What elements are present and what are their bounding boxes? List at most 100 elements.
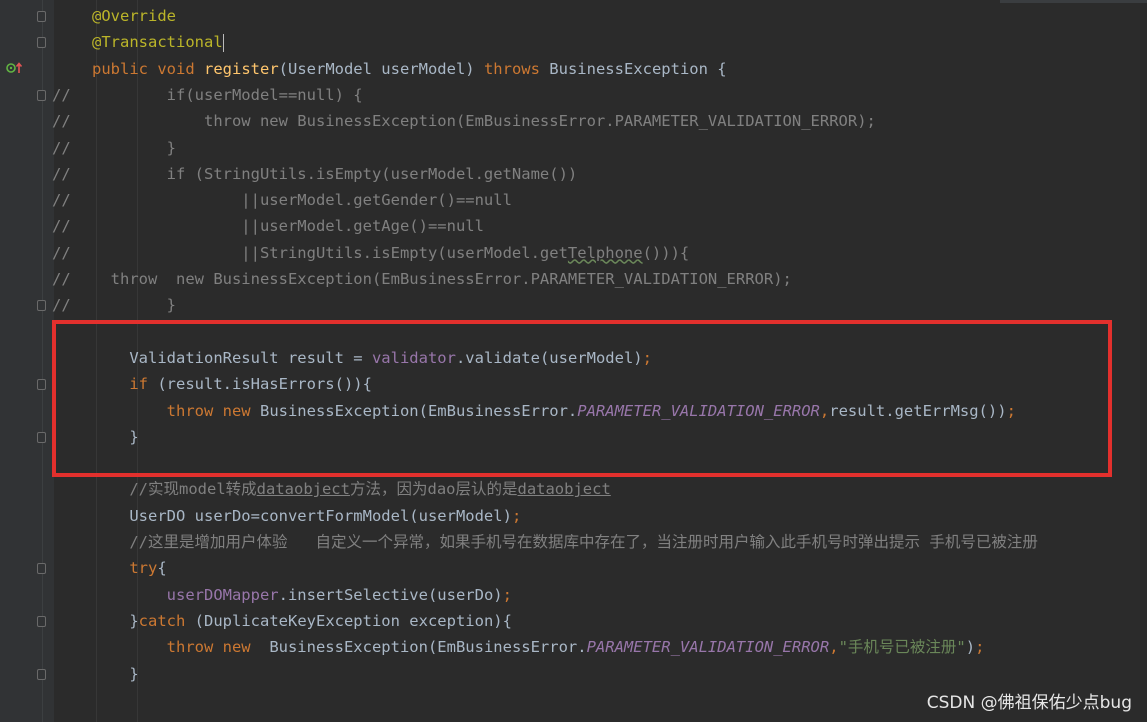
code-token: 方法，因为dao层认的是: [349, 480, 518, 499]
code-token: throw new: [166, 638, 270, 657]
code-text: throw new BusinessException(EmBusinessEr…: [92, 108, 876, 134]
code-token: (UserModel userModel): [278, 59, 484, 78]
code-line[interactable]: // ||userModel.getAge()==null: [0, 213, 1147, 239]
code-text: ||userModel.getGender()==null: [92, 187, 512, 213]
code-line[interactable]: try{: [0, 555, 1147, 581]
code-line[interactable]: //这里是增加用户体验 自定义一个异常，如果手机号在数据库中存在了，当注册时用户…: [0, 529, 1147, 555]
code-line[interactable]: userDOMapper.insertSelective(userDo);: [0, 582, 1147, 608]
code-token: if(userModel==null) {: [92, 85, 363, 104]
code-token: ;: [1006, 401, 1016, 420]
code-token: ValidationResult result =: [92, 348, 372, 367]
code-token: BusinessException {: [549, 59, 727, 78]
code-token: dataobject: [256, 480, 350, 499]
code-line[interactable]: @Override: [0, 3, 1147, 29]
code-token: throw new: [166, 401, 260, 420]
code-line[interactable]: if (result.isHasErrors()){: [0, 371, 1147, 397]
code-line[interactable]: // if (StringUtils.isEmpty(userModel.get…: [0, 161, 1147, 187]
code-text: }: [92, 135, 176, 161]
line-comment-marker: //: [52, 138, 71, 157]
code-line[interactable]: throw new BusinessException(EmBusinessEr…: [0, 398, 1147, 424]
code-token: void: [157, 59, 204, 78]
code-token: throw new BusinessException(EmBusinessEr…: [92, 112, 876, 131]
code-token: Telphone: [567, 243, 643, 262]
code-token: ||StringUtils.isEmpty(userModel.get: [92, 243, 568, 262]
code-text: try{: [92, 555, 167, 581]
code-token: UserDO userDo=convertFormModel(userModel…: [92, 506, 512, 525]
code-token: .validate(userModel): [455, 348, 643, 367]
code-line[interactable]: throw new BusinessException(EmBusinessEr…: [0, 634, 1147, 660]
code-line[interactable]: // }: [0, 135, 1147, 161]
watermark: CSDN @佛祖保佑少点bug: [926, 693, 1132, 713]
code-token: ;: [642, 348, 652, 367]
code-line[interactable]: // throw new BusinessException(EmBusines…: [0, 266, 1147, 292]
code-token: throws: [483, 59, 550, 78]
code-line[interactable]: }: [0, 661, 1147, 687]
code-token: .insertSelective(userDo): [278, 585, 503, 604]
code-token: @Override: [92, 7, 176, 25]
code-token: if: [129, 375, 158, 394]
line-comment-marker: //: [52, 217, 71, 236]
code-text: @Transactional: [92, 29, 224, 55]
code-line[interactable]: // }: [0, 292, 1147, 318]
code-token: }: [92, 664, 139, 683]
code-token: ): [965, 638, 976, 657]
code-token: validator: [371, 348, 456, 367]
code-line[interactable]: //实现model转成dataobject方法，因为dao层认的是dataobj…: [0, 476, 1147, 502]
code-text: if (StringUtils.isEmpty(userModel.getNam…: [92, 161, 578, 187]
code-text: //这里是增加用户体验 自定义一个异常，如果手机号在数据库中存在了，当注册时用户…: [92, 529, 1038, 555]
code-line[interactable]: // throw new BusinessException(EmBusines…: [0, 108, 1147, 134]
code-token: public: [92, 59, 158, 78]
code-token: BusinessException(EmBusinessError.: [269, 638, 587, 657]
code-token: (result.isHasErrors()){: [157, 375, 372, 394]
code-text: ||StringUtils.isEmpty(userModel.getTelph…: [92, 240, 689, 266]
line-comment-marker: //: [52, 191, 71, 210]
code-editor[interactable]: @Override @Transactional public void regis…: [0, 0, 1147, 722]
code-text: if (result.isHasErrors()){: [92, 371, 372, 397]
code-text: @Override: [92, 3, 176, 29]
line-comment-marker: //: [52, 296, 71, 315]
code-line[interactable]: public void register(UserModel userModel…: [0, 56, 1147, 82]
code-text: UserDO userDo=convertFormModel(userModel…: [92, 503, 521, 529]
code-text: throw new BusinessException(EmBusinessEr…: [92, 398, 1016, 424]
code-token: BusinessException(EmBusinessError.: [259, 401, 578, 420]
code-token: ,: [819, 401, 830, 420]
code-text: }: [92, 661, 139, 687]
code-token: throw new BusinessException(EmBusinessEr…: [92, 270, 792, 288]
code-text: if(userModel==null) {: [92, 82, 363, 108]
code-line[interactable]: // ||StringUtils.isEmpty(userModel.getTe…: [0, 240, 1147, 266]
code-token: PARAMETER_VALIDATION_ERROR: [586, 638, 830, 657]
code-text: //实现model转成dataobject方法，因为dao层认的是dataobj…: [92, 476, 611, 502]
code-token: }: [92, 611, 139, 630]
code-token: "手机号已被注册": [838, 638, 966, 657]
code-line[interactable]: // ||userModel.getGender()==null: [0, 187, 1147, 213]
line-comment-marker: //: [52, 243, 71, 262]
code-line[interactable]: }: [0, 424, 1147, 450]
code-token: if (StringUtils.isEmpty(userModel.getNam…: [92, 164, 578, 183]
code-line[interactable]: }catch (DuplicateKeyException exception)…: [0, 608, 1147, 634]
code-token: {: [157, 559, 167, 578]
code-line[interactable]: ValidationResult result = validator.vali…: [0, 345, 1147, 371]
code-token: @Transactional: [92, 33, 223, 52]
code-token: dataobject: [517, 480, 611, 499]
code-line[interactable]: @Transactional: [0, 29, 1147, 55]
code-text: throw new BusinessException(EmBusinessEr…: [92, 266, 792, 292]
code-line[interactable]: // if(userModel==null) {: [0, 82, 1147, 108]
code-token: ||userModel.getGender()==null: [92, 191, 512, 210]
code-token: ,: [829, 638, 839, 657]
line-comment-marker: //: [52, 164, 71, 183]
code-text: ValidationResult result = validator.vali…: [92, 345, 652, 371]
text-caret: [222, 33, 224, 52]
code-line[interactable]: [0, 319, 1147, 345]
code-token: }: [92, 427, 139, 446]
code-token: ||userModel.getAge()==null: [92, 217, 484, 236]
code-token: userDOMapper: [166, 585, 279, 604]
code-line[interactable]: UserDO userDo=convertFormModel(userModel…: [0, 503, 1147, 529]
code-line[interactable]: [0, 450, 1147, 476]
code-text: public void register(UserModel userModel…: [92, 56, 727, 82]
code-token: ())){: [642, 243, 690, 262]
code-text: }: [92, 424, 139, 450]
code-token: try: [129, 559, 158, 578]
code-token: }: [92, 296, 176, 315]
